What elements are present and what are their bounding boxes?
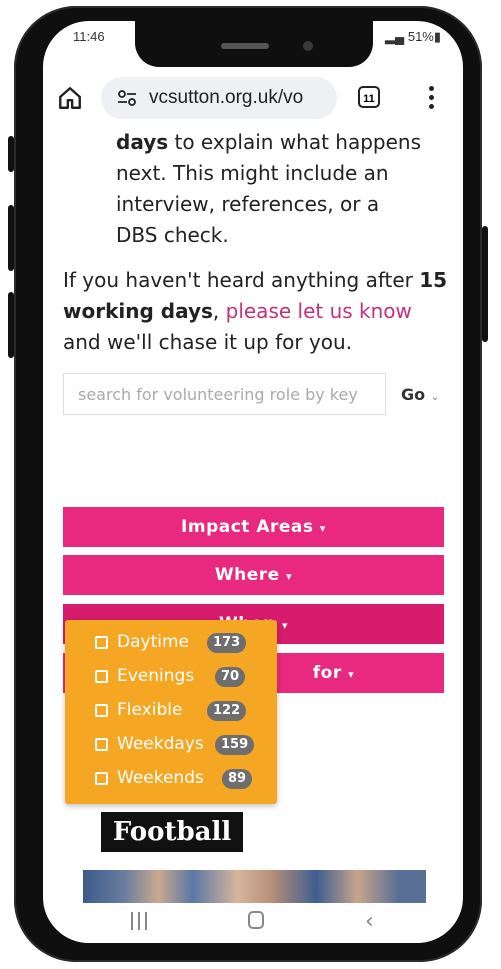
checkbox[interactable] xyxy=(95,704,108,717)
address-bar[interactable]: vcsutton.org.uk/vo xyxy=(101,77,337,119)
paragraph-suffix: and we'll chase it up for you. xyxy=(63,330,353,354)
speaker xyxy=(221,43,269,49)
when-option-daytime[interactable]: Daytime 173 xyxy=(95,631,265,657)
go-label: Go xyxy=(401,385,426,404)
option-label: Daytime xyxy=(117,632,189,652)
site-settings-icon[interactable] xyxy=(117,89,137,107)
url-text[interactable]: vcsutton.org.uk/vo xyxy=(149,87,329,109)
filter-label: Impact Areas xyxy=(181,517,314,537)
option-label: Flexible xyxy=(117,700,183,720)
when-option-evenings[interactable]: Evenings 70 xyxy=(95,665,265,691)
home-icon[interactable] xyxy=(57,85,83,111)
overflow-menu-icon[interactable] xyxy=(429,84,435,112)
count-badge: 173 xyxy=(207,633,247,653)
count-badge: 122 xyxy=(207,701,247,721)
checkbox[interactable] xyxy=(95,636,108,649)
filter-impact-areas-button[interactable]: Impact Areas ▾ xyxy=(63,507,444,547)
when-option-flexible[interactable]: Flexible 122 xyxy=(95,699,265,725)
filter-where-button[interactable]: Where ▾ xyxy=(63,555,444,595)
checkbox[interactable] xyxy=(95,670,108,683)
volume-up-button xyxy=(8,205,14,271)
system-nav-bar: ‹ xyxy=(43,903,463,943)
count-badge: 159 xyxy=(215,735,255,755)
checkbox[interactable] xyxy=(95,772,108,785)
option-label: Weekdays xyxy=(117,734,204,754)
contact-link[interactable]: please let us know xyxy=(226,299,412,323)
notch xyxy=(135,21,373,67)
count-badge: 89 xyxy=(222,769,253,789)
home-nav-icon[interactable] xyxy=(248,911,264,929)
volume-button xyxy=(8,136,14,172)
football-logo: Football xyxy=(101,812,243,852)
camera xyxy=(303,41,313,51)
option-label: Evenings xyxy=(117,666,195,686)
option-label: Weekends xyxy=(117,768,204,788)
paragraph-bold: days xyxy=(116,130,169,154)
when-option-weekends[interactable]: Weekends 89 xyxy=(95,767,265,793)
when-dropdown-menu: Daytime 173 Evenings 70 Flexible 122 Wee… xyxy=(65,620,277,804)
back-icon[interactable]: ‹ xyxy=(365,909,374,934)
paragraph-follow-up: If you haven't heard anything after 15 w… xyxy=(63,265,448,358)
volume-down-button xyxy=(8,292,14,358)
caret-down-icon: ▾ xyxy=(281,619,288,632)
battery-level: 51% xyxy=(407,29,434,44)
chevron-down-icon: ⌄ xyxy=(430,392,440,403)
power-button xyxy=(482,226,488,342)
filter-label: Where xyxy=(214,565,280,585)
recent-apps-icon[interactable] xyxy=(129,912,149,930)
screen: 11:46 ▂▄ 51%▮ vcsutton.org.uk/vo 11 days… xyxy=(43,21,463,943)
go-button[interactable]: Go ⌄ xyxy=(401,385,439,404)
battery-icon: ▮ xyxy=(433,29,442,44)
status-time: 11:46 xyxy=(73,29,105,44)
when-option-weekdays[interactable]: Weekdays 159 xyxy=(95,733,265,759)
count-badge: 70 xyxy=(215,667,246,687)
browser-toolbar: vcsutton.org.uk/vo 11 xyxy=(43,71,463,127)
caret-down-icon: ▾ xyxy=(286,570,293,583)
caret-down-icon: ▾ xyxy=(319,522,326,535)
football-photo xyxy=(83,870,426,903)
search-input[interactable] xyxy=(64,374,385,414)
checkbox[interactable] xyxy=(95,738,108,751)
search-box[interactable] xyxy=(63,373,386,415)
paragraph-prefix: If you haven't heard anything after xyxy=(63,268,420,292)
page-content: days to explain what happens next. This … xyxy=(43,127,463,903)
paragraph-comma: , xyxy=(212,299,226,323)
caret-down-icon: ▾ xyxy=(348,668,355,681)
status-battery: ▂▄ 51%▮ xyxy=(385,29,441,45)
tab-switcher-icon[interactable]: 11 xyxy=(358,86,380,108)
paragraph-next-steps: days to explain what happens next. This … xyxy=(116,127,426,251)
signal-icon: ▂▄ xyxy=(385,29,405,44)
